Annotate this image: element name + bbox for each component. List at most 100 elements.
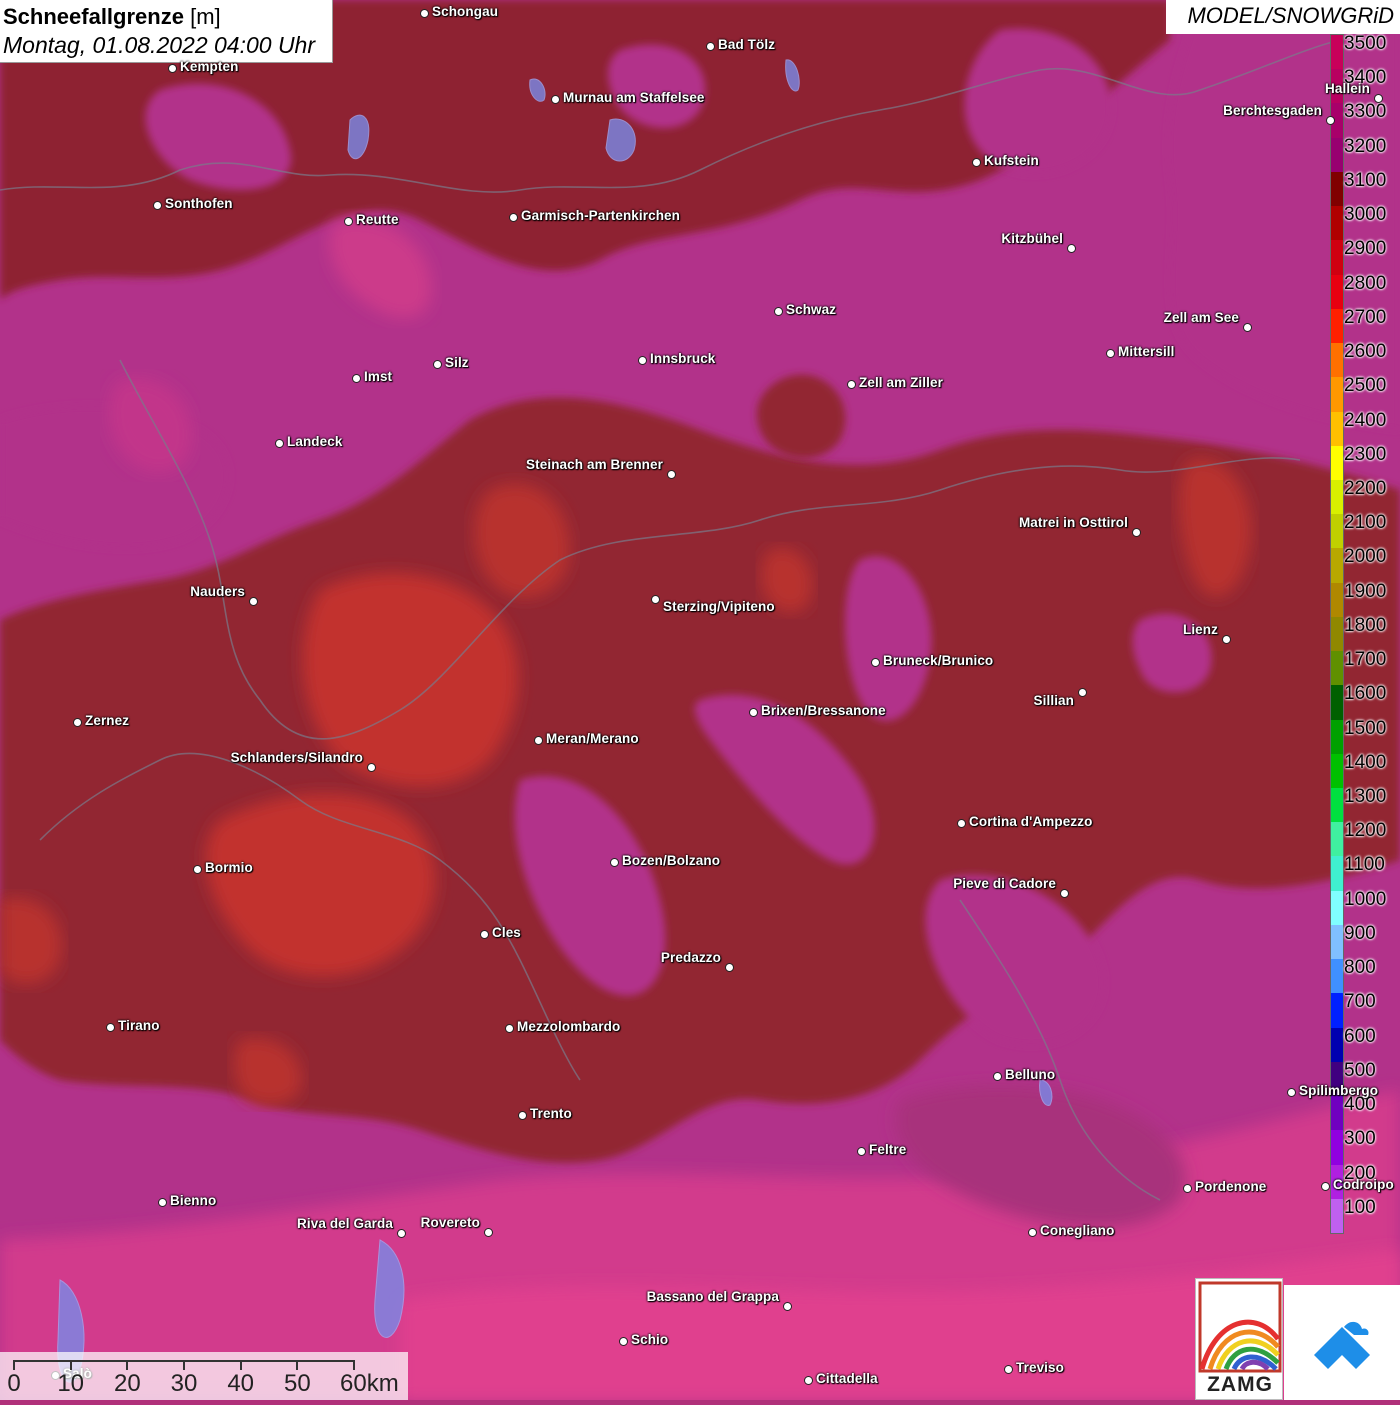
legend-swatch (1331, 308, 1343, 344)
city-label: Schlanders/Silandro (230, 750, 363, 765)
city-marker (619, 1337, 628, 1346)
scale-label: 50 (283, 1370, 311, 1397)
legend-swatch (1331, 548, 1343, 584)
legend-label: 800 (1344, 957, 1376, 979)
legend-swatch (1331, 1198, 1343, 1234)
city-label: Hallein (1325, 81, 1370, 96)
legend-label: 300 (1344, 1128, 1376, 1150)
city-marker (1183, 1184, 1192, 1193)
city-label: Cortina d'Ampezzo (969, 814, 1093, 829)
legend-colorbar (1330, 34, 1344, 1234)
city-label: Nauders (190, 584, 245, 599)
scale-label: 20 (113, 1370, 141, 1397)
legend-swatch (1331, 856, 1343, 892)
city-marker (804, 1376, 813, 1385)
legend-label: 2600 (1344, 341, 1387, 363)
legend-label: 900 (1344, 922, 1376, 944)
city-label: Mezzolombardo (517, 1019, 621, 1034)
city-marker (249, 597, 258, 606)
city-label: Trento (530, 1106, 572, 1121)
legend-swatch (1331, 514, 1343, 549)
city-marker (352, 374, 361, 383)
city-marker (1078, 688, 1087, 697)
city-label: Bad Tölz (718, 37, 776, 52)
legend-swatch (1331, 582, 1343, 618)
legend-swatch (1331, 411, 1343, 447)
city-label: Tirano (118, 1018, 160, 1033)
scale-bar: 0 10 20 30 40 50 60km (0, 1352, 408, 1400)
legend-swatch (1331, 993, 1343, 1029)
city-label: Zernez (85, 713, 130, 728)
legend-swatch (1331, 959, 1343, 994)
city-label: Garmisch-Partenkirchen (521, 208, 681, 223)
legend-label: 100 (1344, 1196, 1376, 1218)
legend-swatch (1331, 685, 1343, 721)
city-label: Steinach am Brenner (526, 457, 663, 472)
city-marker (847, 380, 856, 389)
legend-label: 3300 (1344, 101, 1387, 123)
city-marker (534, 736, 543, 745)
legend-label: 2200 (1344, 477, 1387, 499)
city-label: Mittersill (1118, 344, 1175, 359)
city-marker (193, 865, 202, 874)
city-label: Schwaz (786, 302, 837, 317)
legend-label: 3500 (1344, 33, 1387, 54)
city-label: Feltre (869, 1142, 907, 1157)
model-label: MODEL/SNOWGRiD (1187, 3, 1394, 28)
city-label: Landeck (287, 434, 343, 449)
color-legend: 3500 3400 3300 3200 3100 3000 2900 2800 2700 2600… (1330, 33, 1400, 1234)
city-marker (344, 217, 353, 226)
scale-label: 10 (57, 1370, 85, 1397)
city-label: Reutte (356, 212, 399, 227)
legend-label: 2100 (1344, 512, 1387, 534)
legend-swatch (1331, 616, 1343, 652)
legend-swatch (1331, 377, 1343, 412)
scale-tick (13, 1360, 15, 1370)
city-marker (433, 360, 442, 369)
legend-label: 1500 (1344, 717, 1387, 739)
legend-label: 2400 (1344, 409, 1387, 431)
legend-label: 2300 (1344, 443, 1387, 465)
city-marker (749, 708, 758, 717)
city-marker (153, 201, 162, 210)
city-marker (1374, 94, 1383, 103)
legend-swatch (1331, 35, 1343, 70)
scale-label: 30 (170, 1370, 198, 1397)
city-marker (480, 930, 489, 939)
city-label: Treviso (1016, 1360, 1064, 1375)
city-label: Bormio (205, 860, 253, 875)
city-marker (1060, 889, 1069, 898)
map-datetime: Montag, 01.08.2022 04:00 Uhr (3, 32, 316, 58)
legend-swatch (1331, 651, 1343, 686)
legend-swatch (1331, 445, 1343, 481)
city-marker (610, 858, 619, 867)
city-marker (518, 1111, 527, 1120)
legend-label: 3100 (1344, 169, 1387, 191)
city-marker (706, 42, 715, 51)
city-label: Imst (364, 369, 393, 384)
legend-label: 2700 (1344, 306, 1387, 328)
legend-label: 1700 (1344, 649, 1387, 671)
city-marker (774, 307, 783, 316)
city-marker (667, 470, 676, 479)
legend-label: 600 (1344, 1025, 1376, 1047)
city-label: Zell am Ziller (859, 375, 943, 390)
scale-label: 0 (7, 1370, 21, 1397)
city-label: Lienz (1182, 622, 1218, 637)
legend-label: 1600 (1344, 683, 1387, 705)
legend-label: 3000 (1344, 204, 1387, 226)
city-marker (1106, 349, 1115, 358)
legend-label: 500 (1344, 1059, 1376, 1081)
city-marker (168, 64, 177, 73)
city-marker (972, 158, 981, 167)
city-label: Belluno (1005, 1067, 1056, 1082)
city-label: Silz (445, 355, 469, 370)
city-marker (651, 595, 660, 604)
city-marker (73, 718, 82, 727)
city-marker (957, 819, 966, 828)
city-label: Schio (631, 1332, 669, 1347)
legend-label: 700 (1344, 991, 1376, 1013)
city-marker (857, 1147, 866, 1156)
legend-label: 1000 (1344, 888, 1387, 910)
scale-tick (126, 1360, 129, 1370)
